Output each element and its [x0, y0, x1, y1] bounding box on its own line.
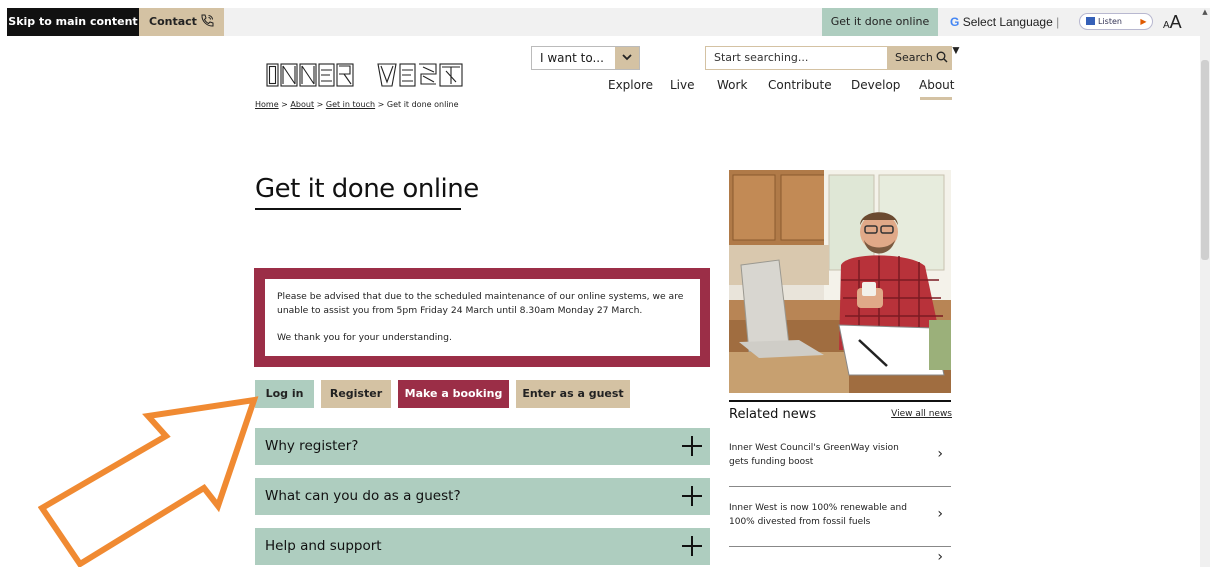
- news-item-title: Inner West Council's GreenWay vision get…: [729, 443, 899, 467]
- pointer-arrow-icon: [38, 396, 259, 567]
- chevron-right-icon: ›: [937, 549, 943, 565]
- listen-button[interactable]: Listen ▶: [1079, 13, 1153, 30]
- nav-develop[interactable]: Develop: [851, 78, 900, 96]
- get-it-done-online-link[interactable]: Get it done online: [822, 8, 938, 36]
- scroll-up-arrow[interactable]: ▲: [1200, 8, 1210, 18]
- title-underline: [255, 208, 461, 210]
- i-want-to-label: I want to...: [540, 51, 604, 65]
- accordion-help-support[interactable]: Help and support: [255, 528, 710, 565]
- inner-west-logo[interactable]: [266, 62, 471, 88]
- accordion-label: Why register?: [265, 438, 359, 454]
- divider: [729, 486, 951, 487]
- breadcrumb-separator: >: [281, 100, 288, 109]
- nav-contribute[interactable]: Contribute: [768, 78, 832, 96]
- related-news-rule: [729, 400, 951, 402]
- page-title: Get it done online: [255, 174, 479, 204]
- plus-icon: [682, 536, 702, 556]
- search-button[interactable]: Search: [887, 47, 951, 69]
- scrollbar-thumb[interactable]: [1201, 60, 1209, 260]
- breadcrumb-separator: >: [377, 100, 385, 109]
- nav-about[interactable]: About: [919, 78, 954, 96]
- skip-to-content-link[interactable]: Skip to main content: [7, 8, 139, 36]
- news-item-title: Inner West is now 100% renewable and 100…: [729, 503, 907, 527]
- news-item[interactable]: Inner West is now 100% renewable and 100…: [729, 501, 951, 535]
- news-item[interactable]: Inner West Council's GreenWay vision get…: [729, 441, 951, 475]
- notice-text: Please be advised that due to the schedu…: [277, 291, 684, 316]
- chevron-right-icon: ›: [937, 446, 943, 462]
- maintenance-notice-body: Please be advised that due to the schedu…: [265, 279, 700, 356]
- news-item-partial[interactable]: ›: [729, 550, 951, 567]
- text-size-small-label: A: [1163, 20, 1170, 31]
- log-in-button[interactable]: Log in: [255, 380, 314, 408]
- divider: [729, 546, 951, 547]
- make-a-booking-button[interactable]: Make a booking: [398, 380, 509, 408]
- search-button-label: Search: [895, 51, 933, 64]
- select-language-label: Select Language: [962, 15, 1053, 29]
- text-size-button[interactable]: AA: [1163, 8, 1191, 36]
- plus-icon: [682, 486, 702, 506]
- breadcrumb: Home > About > Get in touch > Get it don…: [255, 100, 655, 114]
- chevron-down-icon: [615, 47, 639, 69]
- google-translate-icon: G: [950, 15, 960, 29]
- accordion-guest[interactable]: What can you do as a guest?: [255, 478, 710, 515]
- breadcrumb-separator: >: [316, 100, 324, 109]
- search-placeholder: Start searching...: [714, 51, 809, 64]
- man-at-laptop-photo: [729, 170, 951, 393]
- related-news-heading: Related news: [729, 407, 817, 422]
- accordion-label: Help and support: [265, 538, 382, 554]
- accordion-why-register[interactable]: Why register?: [255, 428, 710, 465]
- view-all-news-link[interactable]: View all news: [880, 409, 952, 423]
- contact-label: Contact: [149, 15, 197, 28]
- text-size-large-label: A: [1169, 12, 1182, 32]
- select-language-dropdown[interactable]: G Select Language | ▼: [950, 8, 1070, 57]
- search-input[interactable]: Start searching... Search: [705, 46, 952, 70]
- breadcrumb-current: Get it done online: [386, 100, 459, 109]
- notice-thanks: We thank you for your understanding.: [277, 332, 452, 343]
- nav-live[interactable]: Live: [670, 78, 695, 96]
- speaker-icon: [1086, 17, 1095, 25]
- enter-as-guest-button[interactable]: Enter as a guest: [516, 380, 630, 408]
- i-want-to-dropdown[interactable]: I want to...: [531, 46, 640, 70]
- play-icon: ▶: [1137, 15, 1150, 28]
- search-icon: [936, 51, 948, 63]
- phone-icon: [201, 14, 214, 27]
- contact-button[interactable]: Contact: [139, 8, 224, 36]
- nav-active-indicator: [920, 97, 952, 100]
- breadcrumb-get-in-touch[interactable]: Get in touch: [326, 100, 375, 109]
- nav-explore[interactable]: Explore: [608, 78, 653, 96]
- listen-label: Listen: [1098, 17, 1122, 26]
- chevron-right-icon: ›: [937, 506, 943, 522]
- breadcrumb-home[interactable]: Home: [255, 100, 279, 109]
- accordion-label: What can you do as a guest?: [265, 488, 461, 504]
- plus-icon: [682, 436, 702, 456]
- breadcrumb-about[interactable]: About: [290, 100, 314, 109]
- nav-work[interactable]: Work: [717, 78, 747, 96]
- register-button[interactable]: Register: [321, 380, 391, 408]
